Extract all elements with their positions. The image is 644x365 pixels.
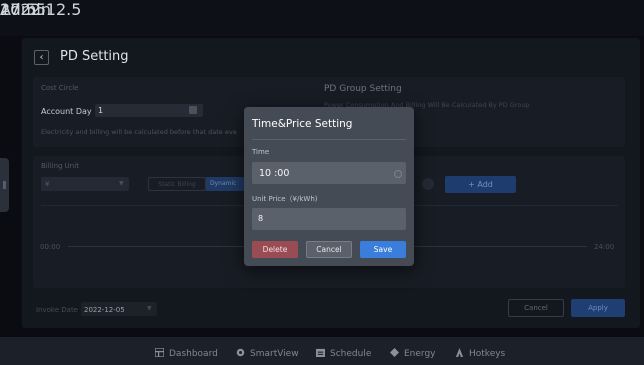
nav-dashboard[interactable]: Dashboard <box>155 348 218 359</box>
dialog-divider <box>252 139 406 140</box>
back-button[interactable]: ‹ <box>34 50 49 65</box>
pd-group-title: PD Group Setting <box>324 84 402 94</box>
unit-price-label: Unit Price（¥/kWh) <box>252 195 318 203</box>
page-title: PD Setting <box>60 49 129 64</box>
invoke-date-label: Invoke Date <box>36 306 78 314</box>
billing-unit-select[interactable] <box>41 177 129 191</box>
nav-label: Schedule <box>330 349 372 359</box>
billing-unit-value: ¥ <box>45 180 50 188</box>
timeline-end: 24:00 <box>594 243 615 251</box>
time-label: Time <box>252 148 270 156</box>
account-day-value: 1 <box>98 106 104 115</box>
nav-label: Dashboard <box>169 349 218 359</box>
dynamic-billing-button[interactable]: Dynamic <box>206 177 244 191</box>
nav-smartview[interactable]: SmartView <box>236 348 299 359</box>
energy-icon <box>390 348 399 357</box>
unit-price-input[interactable] <box>252 208 406 230</box>
dialog-title: Time&Price Setting <box>252 118 353 130</box>
cancel-button[interactable]: Cancel <box>508 299 564 317</box>
calendar-icon[interactable] <box>189 106 197 114</box>
static-billing-button[interactable]: Static Billing <box>148 177 206 191</box>
chevron-down-icon: ▼ <box>119 180 124 187</box>
timeline-start: 00:00 <box>40 243 61 251</box>
account-day-input[interactable] <box>95 104 203 117</box>
cost-circle-label: Cost Circle <box>41 84 79 92</box>
left-drawer-handle[interactable] <box>0 158 9 212</box>
time-value: 10 :00 <box>259 168 290 179</box>
nav-label: Energy <box>404 349 436 359</box>
dashboard-icon <box>155 348 164 357</box>
nav-energy[interactable]: Energy <box>390 348 436 359</box>
user-name[interactable]: Admin <box>0 0 51 19</box>
invoke-date-value: 2022-12-05 <box>84 306 125 314</box>
account-day-label: Account Day <box>41 107 92 116</box>
info-icon <box>422 178 434 190</box>
dialog-cancel-button[interactable]: Cancel <box>306 241 352 258</box>
unit-price-value: 8 <box>258 214 264 223</box>
add-button[interactable]: + Add <box>445 176 516 193</box>
clock-icon[interactable] <box>394 170 402 178</box>
nav-label: SmartView <box>250 349 299 359</box>
hotkeys-icon <box>455 348 464 357</box>
nav-hotkeys[interactable]: Hotkeys <box>455 348 505 359</box>
chevron-left-icon: ‹ <box>39 52 44 63</box>
schedule-icon <box>316 348 325 357</box>
chevron-down-icon: ▼ <box>147 305 152 312</box>
apply-button[interactable]: Apply <box>571 299 625 317</box>
top-status-bar <box>0 0 644 36</box>
nav-schedule[interactable]: Schedule <box>316 348 371 359</box>
account-day-note: Electricity and billing will be calculat… <box>41 128 237 136</box>
billing-unit-label: Billing Unit <box>41 162 79 170</box>
nav-label: Hotkeys <box>469 349 506 359</box>
delete-button[interactable]: Delete <box>252 241 298 258</box>
smartview-icon <box>236 348 245 357</box>
save-button[interactable]: Save <box>360 241 406 258</box>
